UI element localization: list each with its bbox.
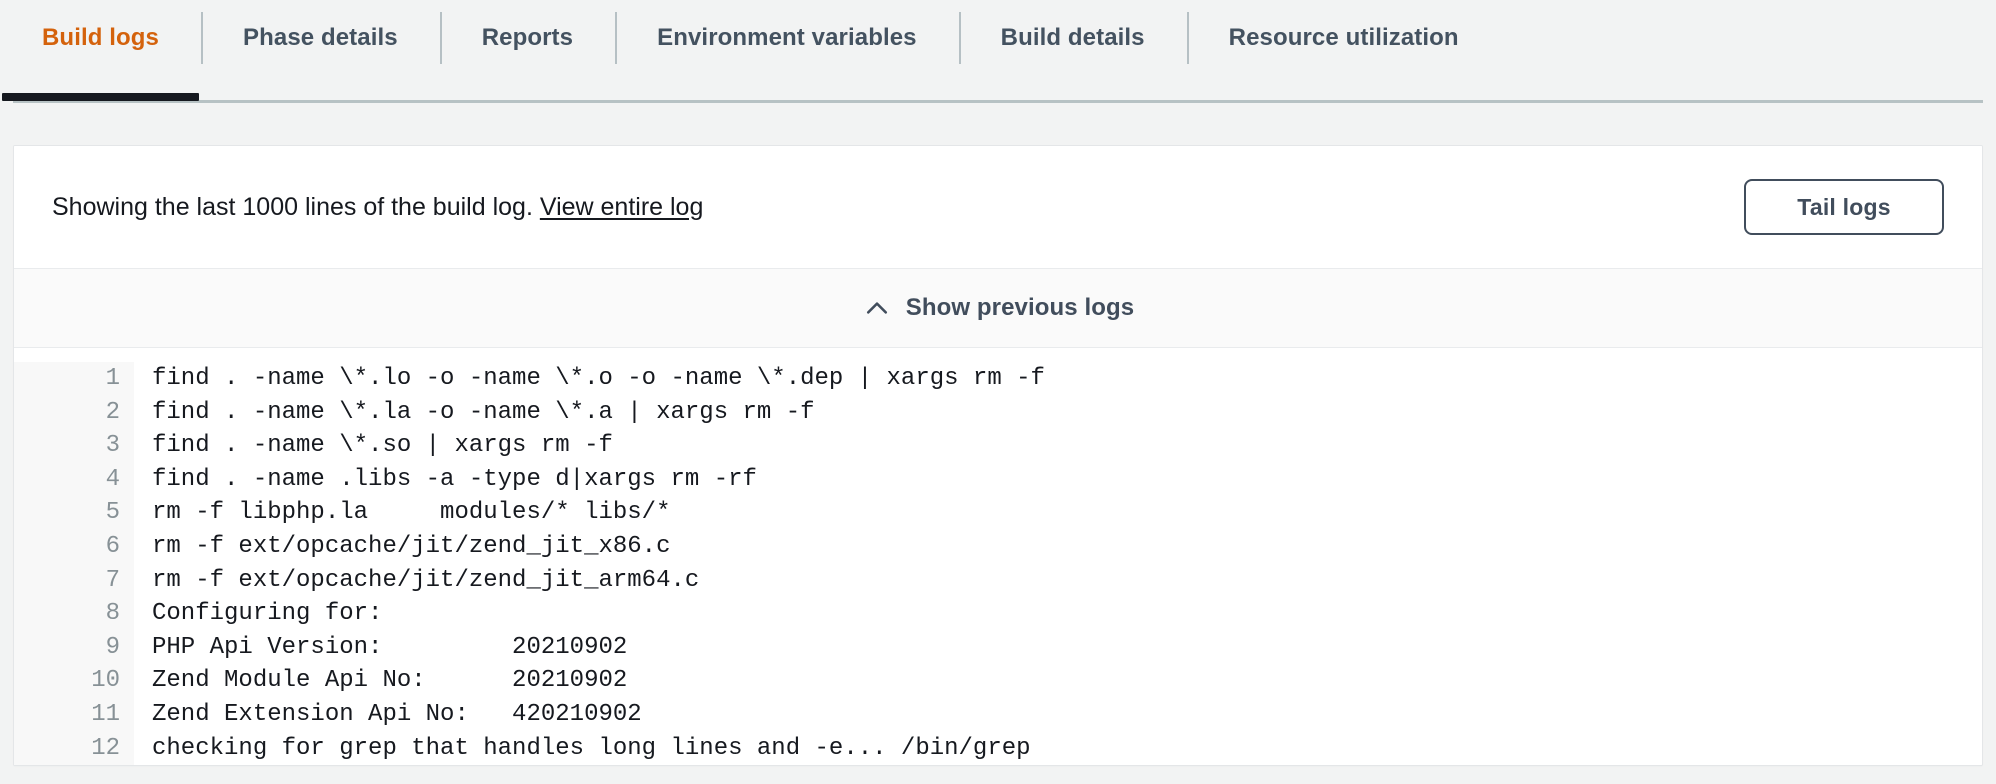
log-line: 4find . -name .libs -a -type d|xargs rm …	[14, 463, 1982, 497]
log-line-number: 11	[14, 698, 134, 732]
log-line-number: 2	[14, 396, 134, 430]
build-logs-card: Showing the last 1000 lines of the build…	[13, 145, 1983, 766]
show-previous-logs-label: Show previous logs	[906, 294, 1135, 322]
tab-reports[interactable]: Reports	[440, 0, 615, 76]
log-line-text: Configuring for:	[134, 597, 382, 631]
log-line-number: 3	[14, 429, 134, 463]
log-line-text: find . -name \*.so | xargs rm -f	[134, 429, 613, 463]
tab-bar: Build logs Phase details Reports Environmen…	[0, 0, 1996, 103]
log-line-number: 4	[14, 463, 134, 497]
tab-label: Phase details	[243, 24, 398, 52]
log-line: 2find . -name \*.la -o -name \*.a | xarg…	[14, 396, 1982, 430]
show-previous-logs-button[interactable]: Show previous logs	[14, 268, 1982, 348]
log-line-number: 5	[14, 496, 134, 530]
log-line-text: rm -f ext/opcache/jit/zend_jit_x86.c	[134, 530, 670, 564]
log-line-number: 1	[14, 362, 134, 396]
log-output-region[interactable]: 1find . -name \*.lo -o -name \*.o -o -na…	[14, 348, 1982, 765]
log-line: 5rm -f libphp.la modules/* libs/*	[14, 496, 1982, 530]
showing-lines-prefix: Showing the last 1000 lines of the build…	[52, 193, 540, 221]
log-line-number: 9	[14, 631, 134, 665]
tab-label: Reports	[482, 24, 573, 52]
log-line-number: 12	[14, 732, 134, 766]
tab-environment-variables[interactable]: Environment variables	[615, 0, 959, 76]
log-line: 9PHP Api Version: 20210902	[14, 631, 1982, 665]
log-line-text: find . -name \*.lo -o -name \*.o -o -nam…	[134, 362, 1045, 396]
log-line-text: checking for grep that handles long line…	[134, 732, 1031, 766]
tab-underline-track	[13, 100, 1983, 103]
log-line-number: 8	[14, 597, 134, 631]
tab-build-logs[interactable]: Build logs	[0, 0, 201, 76]
log-line: 6rm -f ext/opcache/jit/zend_jit_x86.c	[14, 530, 1982, 564]
tab-label: Resource utilization	[1229, 24, 1459, 52]
tab-resource-utilization[interactable]: Resource utilization	[1187, 0, 1501, 76]
log-line-text: find . -name \*.la -o -name \*.a | xargs…	[134, 396, 815, 430]
showing-lines-text: Showing the last 1000 lines of the build…	[52, 191, 703, 224]
build-logs-card-header: Showing the last 1000 lines of the build…	[14, 146, 1982, 268]
log-line-text: Zend Extension Api No: 420210902	[134, 698, 642, 732]
tab-label: Build logs	[42, 24, 159, 52]
log-line-text: find . -name .libs -a -type d|xargs rm -…	[134, 463, 757, 497]
log-line-text: PHP Api Version: 20210902	[134, 631, 627, 665]
active-tab-indicator	[2, 93, 199, 101]
log-lines: 1find . -name \*.lo -o -name \*.o -o -na…	[14, 362, 1982, 765]
log-line: 10Zend Module Api No: 20210902	[14, 664, 1982, 698]
view-entire-log-link[interactable]: View entire log	[540, 193, 704, 221]
tab-phase-details[interactable]: Phase details	[201, 0, 440, 76]
log-line: 8Configuring for:	[14, 597, 1982, 631]
log-line-number: 6	[14, 530, 134, 564]
tab-label: Environment variables	[657, 24, 917, 52]
log-line-text: rm -f ext/opcache/jit/zend_jit_arm64.c	[134, 564, 699, 598]
log-line: 3find . -name \*.so | xargs rm -f	[14, 429, 1982, 463]
tab-list: Build logs Phase details Reports Environmen…	[0, 0, 1996, 76]
log-line-number: 7	[14, 564, 134, 598]
tab-label: Build details	[1001, 24, 1145, 52]
log-line: 1find . -name \*.lo -o -name \*.o -o -na…	[14, 362, 1982, 396]
log-line: 7rm -f ext/opcache/jit/zend_jit_arm64.c	[14, 564, 1982, 598]
log-line: 11Zend Extension Api No: 420210902	[14, 698, 1982, 732]
log-line: 12checking for grep that handles long li…	[14, 732, 1982, 766]
chevron-up-icon	[862, 293, 892, 323]
log-line-text: Zend Module Api No: 20210902	[134, 664, 627, 698]
log-line-number: 10	[14, 664, 134, 698]
log-line-text: rm -f libphp.la modules/* libs/*	[134, 496, 670, 530]
tail-logs-button[interactable]: Tail logs	[1744, 179, 1944, 235]
tab-build-details[interactable]: Build details	[959, 0, 1187, 76]
